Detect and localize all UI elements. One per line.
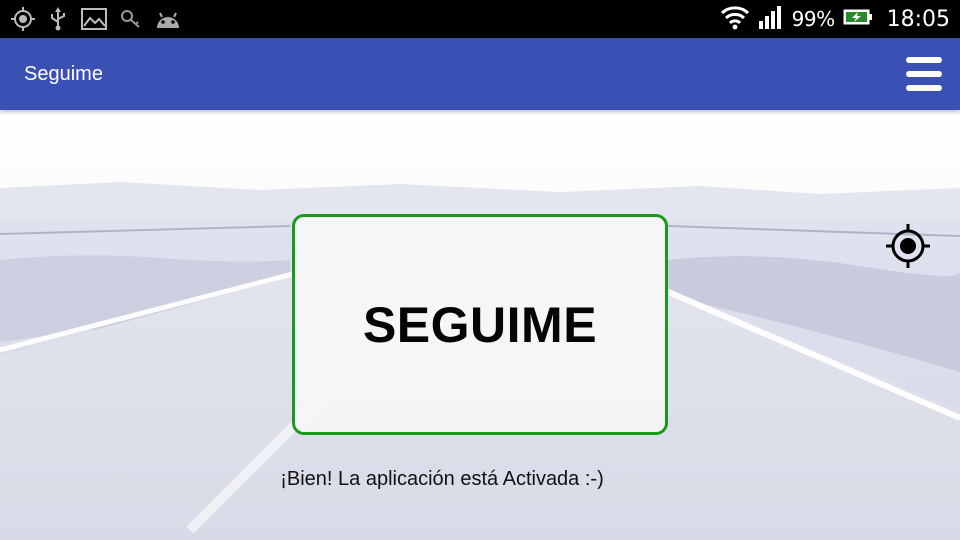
hamburger-menu-icon-bar xyxy=(906,71,942,77)
hamburger-menu-icon-bar xyxy=(906,85,942,91)
notification-icons xyxy=(10,0,182,38)
clock: 18:05 xyxy=(886,6,950,32)
status-bar: 99% 18:05 xyxy=(0,0,960,38)
signal-icon xyxy=(758,4,784,35)
hamburger-menu-icon xyxy=(906,57,942,63)
app-title: Seguime xyxy=(24,63,103,85)
my-location-button[interactable] xyxy=(884,222,932,270)
activation-status-text: ¡Bien! La aplicación está Activada :-) xyxy=(280,468,604,490)
image-icon xyxy=(80,7,108,31)
hamburger-menu-button[interactable] xyxy=(904,55,944,93)
system-indicators: 99% 18:05 xyxy=(720,0,950,38)
battery-percent: 99% xyxy=(791,7,835,31)
gps-icon xyxy=(10,6,36,32)
crosshair-target-icon xyxy=(886,224,930,268)
usb-icon xyxy=(48,6,68,32)
android-icon xyxy=(154,8,182,30)
seguime-button-label: SEGUIME xyxy=(362,296,598,353)
app-bar: Seguime xyxy=(0,38,960,110)
battery-charging-icon xyxy=(843,8,873,31)
wifi-icon xyxy=(720,4,750,35)
key-icon xyxy=(120,8,142,30)
seguime-activate-button[interactable]: SEGUIME xyxy=(292,214,668,435)
